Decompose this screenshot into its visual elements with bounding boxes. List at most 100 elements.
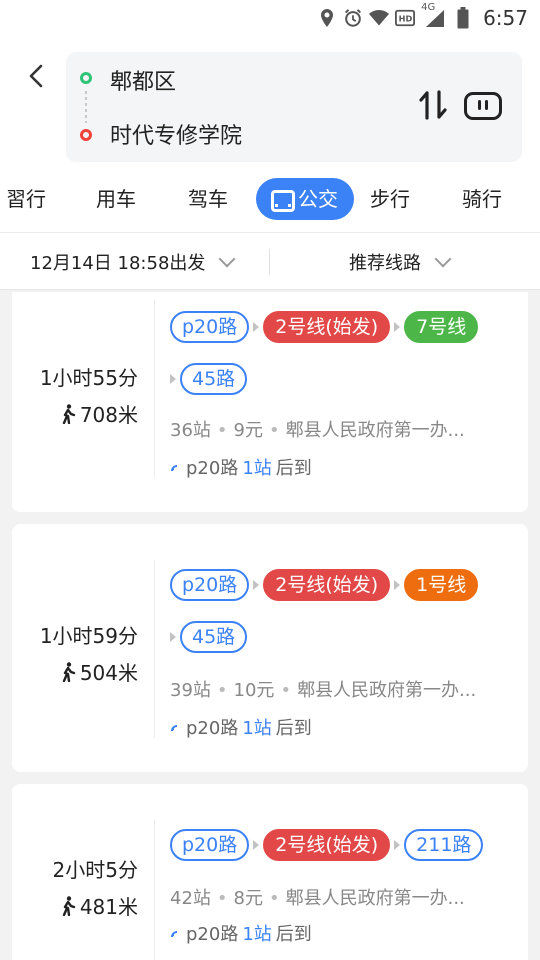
separator-dot: • <box>216 680 228 701</box>
arrival-stops: 1站 <box>242 458 272 479</box>
arrow-right-icon <box>253 580 260 590</box>
swap-button[interactable] <box>418 88 448 122</box>
fare: 8元 <box>233 888 263 909</box>
arrival-stops: 1站 <box>242 718 272 739</box>
departure-time-label: 12月14日 18:58出发 <box>30 253 206 274</box>
filter-bar: 12月14日 18:58出发 推荐线路 <box>0 232 540 290</box>
end-location[interactable]: 时代专修学院 <box>110 118 242 150</box>
arrow-right-icon <box>170 632 176 642</box>
line-row: p20路 2号线(始发) 7号线 <box>170 310 520 344</box>
stop-count: 42站 <box>170 888 211 909</box>
stop-count: 39站 <box>170 680 211 701</box>
arrow-right-icon <box>394 322 401 332</box>
chevron-down-icon <box>218 250 236 268</box>
mode-tabs: 習行 用车 驾车 公交 步行 骑行 <box>0 170 540 232</box>
realtime-arrival: p20路 1站 后到 <box>170 714 312 740</box>
route-summary: 1小时59分 504米 <box>12 620 156 686</box>
arrow-right-icon <box>253 322 260 332</box>
arrival-stops: 1站 <box>242 924 272 945</box>
tab-car-hailing[interactable]: 用车 <box>96 178 136 220</box>
via-stop: 郫县人民政府第一办... <box>285 420 465 441</box>
filter-divider <box>269 249 270 275</box>
fare: 9元 <box>233 420 263 441</box>
status-icons: HD 4G 6:57 <box>317 2 528 30</box>
alarm-icon <box>343 8 363 28</box>
line-row: 45路 <box>170 362 520 396</box>
walk-distance: 708米 <box>12 399 138 428</box>
back-button[interactable] <box>24 60 50 94</box>
hd-icon: HD <box>395 8 416 28</box>
route-duration: 2小时5分 <box>52 858 138 882</box>
departure-time-filter[interactable]: 12月14日 18:58出发 <box>30 249 236 275</box>
line-badge: p20路 <box>170 569 250 601</box>
walk-distance: 504米 <box>12 657 138 686</box>
route-input-box: 郫都区 时代专修学院 <box>66 52 522 162</box>
arrival-line: p20路 <box>186 458 239 479</box>
line-badge: 2号线(始发) <box>263 569 391 601</box>
battery-icon <box>453 7 473 29</box>
route-card[interactable]: 1小时59分 504米 p20路 2号线(始发) 1号线 45路 39站 • 10元… <box>12 524 528 772</box>
sort-filter[interactable]: 推荐线路 <box>349 249 452 275</box>
line-badge: 2号线(始发) <box>263 311 391 343</box>
line-sequence: p20路 2号线(始发) 1号线 45路 <box>170 568 520 672</box>
route-meta: 42站 • 8元 • 郫县人民政府第一办... <box>170 884 510 910</box>
tab-drive[interactable]: 驾车 <box>188 178 228 220</box>
start-dot-icon <box>80 72 92 84</box>
route-duration: 1小时55分 <box>39 366 138 390</box>
walk-distance: 481米 <box>12 891 138 920</box>
route-card[interactable]: 2小时5分 481米 p20路 2号线(始发) 211路 42站 • 8元 • 郫县人民… <box>12 784 528 960</box>
tab-bike[interactable]: 骑行 <box>462 178 502 220</box>
line-row: p20路 2号线(始发) 211路 <box>170 828 520 862</box>
route-header: 郫都区 时代专修学院 <box>0 36 540 170</box>
line-badge: 1号线 <box>404 569 479 601</box>
arrow-right-icon <box>394 840 401 850</box>
arrow-right-icon <box>394 580 401 590</box>
line-badge: 45路 <box>180 621 248 653</box>
walk-distance-value: 481米 <box>79 895 138 919</box>
signal-icon: 4G <box>421 2 447 28</box>
route-summary: 1小时55分 708米 <box>12 362 156 428</box>
line-sequence: p20路 2号线(始发) 211路 <box>170 828 520 880</box>
swap-icon <box>419 90 447 120</box>
walk-distance-value: 708米 <box>79 403 138 427</box>
realtime-arrival: p20路 1站 后到 <box>170 920 312 946</box>
tab-transit-label: 公交 <box>298 187 338 211</box>
route-connector <box>85 91 87 123</box>
fare: 10元 <box>233 680 275 701</box>
tab-transit[interactable]: 公交 <box>256 178 354 220</box>
card-divider <box>154 560 155 738</box>
line-badge: p20路 <box>170 311 250 343</box>
network-label: 4G <box>421 2 436 13</box>
status-bar: HD 4G 6:57 <box>0 0 540 36</box>
arrival-line: p20路 <box>186 924 239 945</box>
realtime-signal-icon <box>171 725 178 732</box>
line-badge: 7号线 <box>404 311 479 343</box>
end-dot-icon <box>80 129 92 141</box>
separator-dot: • <box>216 420 228 441</box>
separator-dot: • <box>268 420 280 441</box>
via-stop: 郫县人民政府第一办... <box>297 680 477 701</box>
start-location[interactable]: 郫都区 <box>110 64 176 96</box>
sort-label: 推荐线路 <box>349 253 421 274</box>
chevron-down-icon <box>434 250 452 268</box>
line-badge: 2号线(始发) <box>263 829 391 861</box>
arrival-suffix: 后到 <box>275 458 312 479</box>
route-card[interactable]: 1小时55分 708米 p20路 2号线(始发) 7号线 45路 36站 • 9元 •… <box>12 292 528 512</box>
arrival-line: p20路 <box>186 718 239 739</box>
line-badge: 211路 <box>404 829 484 861</box>
walk-icon <box>62 403 76 424</box>
chevron-left-icon <box>29 64 43 88</box>
walk-distance-value: 504米 <box>79 661 138 685</box>
more-options-button[interactable] <box>464 92 502 120</box>
separator-dot: • <box>280 680 292 701</box>
arrival-suffix: 后到 <box>275 924 312 945</box>
route-duration: 1小时59分 <box>39 624 138 648</box>
arrival-suffix: 后到 <box>275 718 312 739</box>
clock-time: 6:57 <box>483 6 528 30</box>
svg-text:HD: HD <box>399 14 413 24</box>
tab-smart[interactable]: 習行 <box>6 178 46 220</box>
line-row: p20路 2号线(始发) 1号线 <box>170 568 520 602</box>
route-meta: 36站 • 9元 • 郫县人民政府第一办... <box>170 416 510 442</box>
line-badge: 45路 <box>180 363 248 395</box>
tab-walk[interactable]: 步行 <box>370 178 410 220</box>
